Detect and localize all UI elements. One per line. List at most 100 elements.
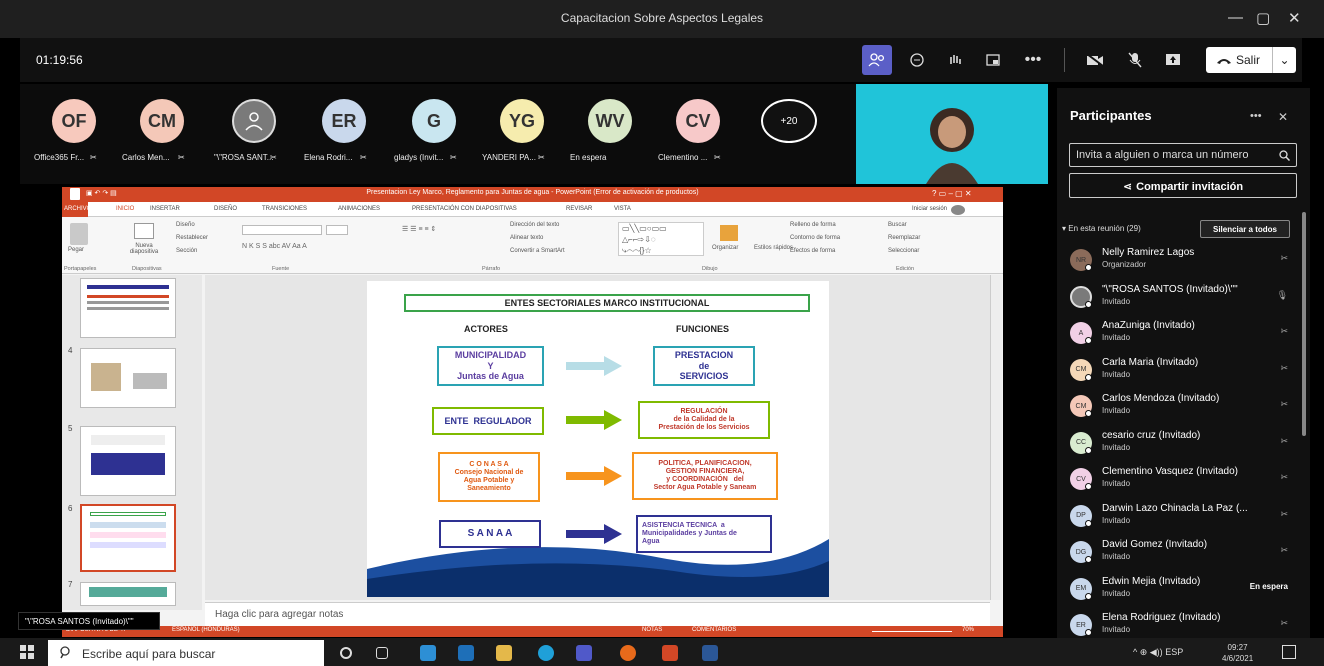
shapes-gallery[interactable]: ▭╲╲▭○▭▭ △⌐⌐⇨⇩◌ ⤷⌒⌒{}☆ (618, 222, 704, 256)
powerpoint-icon[interactable] (662, 645, 678, 661)
user-avatar[interactable] (951, 205, 965, 215)
ribbon-tab[interactable]: ARCHIVO (64, 206, 91, 212)
panel-more-button[interactable]: ••• (1250, 110, 1262, 122)
replace-button[interactable]: Reemplazar (888, 235, 920, 241)
edge-icon[interactable] (538, 645, 554, 661)
leave-button[interactable]: Salir ⌄ (1206, 47, 1296, 73)
participant-row[interactable]: DP Darwin Lazo Chinacla La Paz (... Invita… (1070, 499, 1290, 535)
section-button[interactable]: Sección (176, 248, 197, 254)
participant-role: Invitado (1102, 588, 1131, 598)
rooms-icon (986, 54, 1000, 66)
taskbar-search-box[interactable]: Escribe aquí para buscar (48, 640, 324, 666)
store-icon[interactable] (458, 645, 474, 661)
slide-scrollbar[interactable] (990, 275, 1002, 600)
thumbnail-slide-5[interactable] (80, 426, 176, 496)
ribbon-tab[interactable]: INSERTAR (150, 206, 180, 212)
thumbnail-slide-4[interactable] (80, 348, 176, 408)
font-format-buttons[interactable]: N K S S abc AV Aa A (242, 243, 307, 250)
ribbon-tab[interactable]: PRESENTACIÓN CON DIAPOSITIVAS (412, 206, 517, 212)
shape-effects-button[interactable]: Efectos de forma (790, 248, 835, 254)
taskbar-clock[interactable]: 09:27 4/6/2021 (1222, 642, 1253, 664)
reset-button[interactable]: Restablecer (176, 235, 208, 241)
shape-outline-button[interactable]: Contorno de forma (790, 235, 840, 241)
find-button[interactable]: Buscar (888, 222, 907, 228)
participant-row[interactable]: CM Carla Maria (Invitado) Invitado ✂ (1070, 353, 1290, 389)
ribbon-tab[interactable]: REVISAR (566, 206, 592, 212)
ribbon-tab[interactable]: DISEÑO (214, 206, 237, 212)
in-meeting-header[interactable]: ▾ En esta reunión (29) (1062, 224, 1141, 233)
participant-row[interactable]: CC cesario cruz (Invitado) Invitado ✂ (1070, 426, 1290, 462)
ribbon-tab[interactable]: ANIMACIONES (338, 206, 380, 212)
firefox-icon[interactable] (620, 645, 636, 661)
minimize-button[interactable]: — (1228, 9, 1243, 26)
task-view-icon[interactable] (376, 647, 388, 659)
rooms-button[interactable] (978, 45, 1008, 75)
camera-button[interactable] (1080, 45, 1110, 75)
text-direction-button[interactable]: Dirección del texto (510, 222, 559, 228)
share-invite-button[interactable]: ⋖ Compartir invitación (1069, 173, 1297, 198)
participant-row[interactable]: "\"ROSA SANTOS (Invitado)\"" Invitado 🎙 (1070, 280, 1290, 316)
teams-icon[interactable] (576, 645, 592, 661)
ppt-window-controls[interactable]: ? ▭ – ▢ ✕ (932, 189, 972, 198)
smartart-button[interactable]: Convertir a SmartArt (510, 248, 565, 254)
arrange-icon[interactable] (720, 225, 738, 241)
participant-initials: WV (595, 110, 625, 131)
signin-link[interactable]: Iniciar sesión (912, 206, 947, 212)
paste-icon[interactable] (70, 223, 88, 245)
align-text-button[interactable]: Alinear texto (510, 235, 543, 241)
system-tray[interactable]: ^ ⊕ ◀)) ESP (1133, 647, 1183, 658)
layout-button[interactable]: Diseño (176, 222, 195, 228)
quick-styles-label[interactable]: Estilos rápidos (754, 245, 793, 251)
participant-role: Invitado (1102, 479, 1131, 488)
chevron-down-icon[interactable]: ⌄ (1272, 47, 1296, 73)
close-button[interactable]: ✕ (1288, 9, 1301, 27)
more-participants-badge[interactable]: +20 (761, 99, 817, 143)
file-explorer-icon[interactable] (496, 645, 512, 661)
share-screen-button[interactable] (1158, 45, 1188, 75)
notes-toggle[interactable]: NOTAS (642, 627, 662, 633)
select-button[interactable]: Seleccionar (888, 248, 919, 254)
participant-role: Invitado (1102, 296, 1131, 306)
zoom-slider[interactable] (872, 631, 952, 632)
cortana-icon[interactable] (340, 647, 352, 659)
ribbon-tab[interactable]: VISTA (614, 206, 631, 212)
mic-button[interactable] (1120, 45, 1150, 75)
thumbnail-slide-7[interactable] (80, 582, 176, 606)
windows-start-icon[interactable] (20, 645, 34, 662)
comments-toggle[interactable]: COMENTARIOS (692, 627, 736, 633)
paragraph-buttons[interactable]: ☰ ☰ ≡ ≡ ⇕ (402, 225, 436, 233)
maximize-button[interactable]: ▢ (1256, 9, 1270, 27)
participant-row[interactable]: EM Edwin Mejia (Invitado) Invitado En esper… (1070, 572, 1290, 608)
ribbon-tab[interactable]: TRANSICIONES (262, 206, 307, 212)
thumbnail-slide-3[interactable] (80, 278, 176, 338)
mute-all-button[interactable]: Silenciar a todos (1200, 220, 1290, 238)
notifications-icon[interactable] (1282, 645, 1296, 659)
reactions-button[interactable] (940, 45, 970, 75)
ribbon-tab[interactable]: INICIO (116, 206, 134, 212)
col-funciones: FUNCIONES (676, 324, 730, 334)
more-actions-button[interactable]: ••• (1018, 45, 1048, 75)
participants-button[interactable] (862, 45, 892, 75)
mic-off-icon: ✂ (450, 153, 457, 162)
invite-search-input[interactable]: Invita a alguien o marca un número (1069, 143, 1297, 167)
mail-icon[interactable] (420, 645, 436, 661)
share-label: Compartir invitación (1136, 181, 1244, 193)
participant-row[interactable]: CV Clementino Vasquez (Invitado) Invitado ✂ (1070, 462, 1290, 498)
quick-access-icons[interactable]: ▣ ↶ ↷ ▤ (86, 189, 117, 197)
thumbnail-slide-6-selected[interactable] (80, 504, 176, 572)
word-icon[interactable] (702, 645, 718, 661)
participant-row[interactable]: DG David Gomez (Invitado) Invitado ✂ (1070, 535, 1290, 571)
shape-fill-button[interactable]: Relleno de forma (790, 222, 836, 228)
chat-button[interactable] (902, 45, 932, 75)
participant-row[interactable]: NR Nelly Ramirez Lagos Organizador ✂ (1070, 243, 1290, 279)
mic-off-icon: ✂ (1280, 508, 1288, 519)
new-slide-icon[interactable] (134, 223, 154, 239)
participant-role: Invitado (1102, 333, 1131, 342)
panel-scrollbar[interactable] (1302, 212, 1306, 436)
participant-row[interactable]: CM Carlos Mendoza (Invitado) Invitado ✂ (1070, 389, 1290, 425)
participant-row[interactable]: A AnaZuniga (Invitado) Invitado ✂ (1070, 316, 1290, 352)
font-size-select[interactable] (326, 225, 348, 235)
presence-dot (1085, 592, 1092, 600)
font-name-select[interactable] (242, 225, 322, 235)
panel-close-icon[interactable]: ✕ (1278, 110, 1288, 124)
